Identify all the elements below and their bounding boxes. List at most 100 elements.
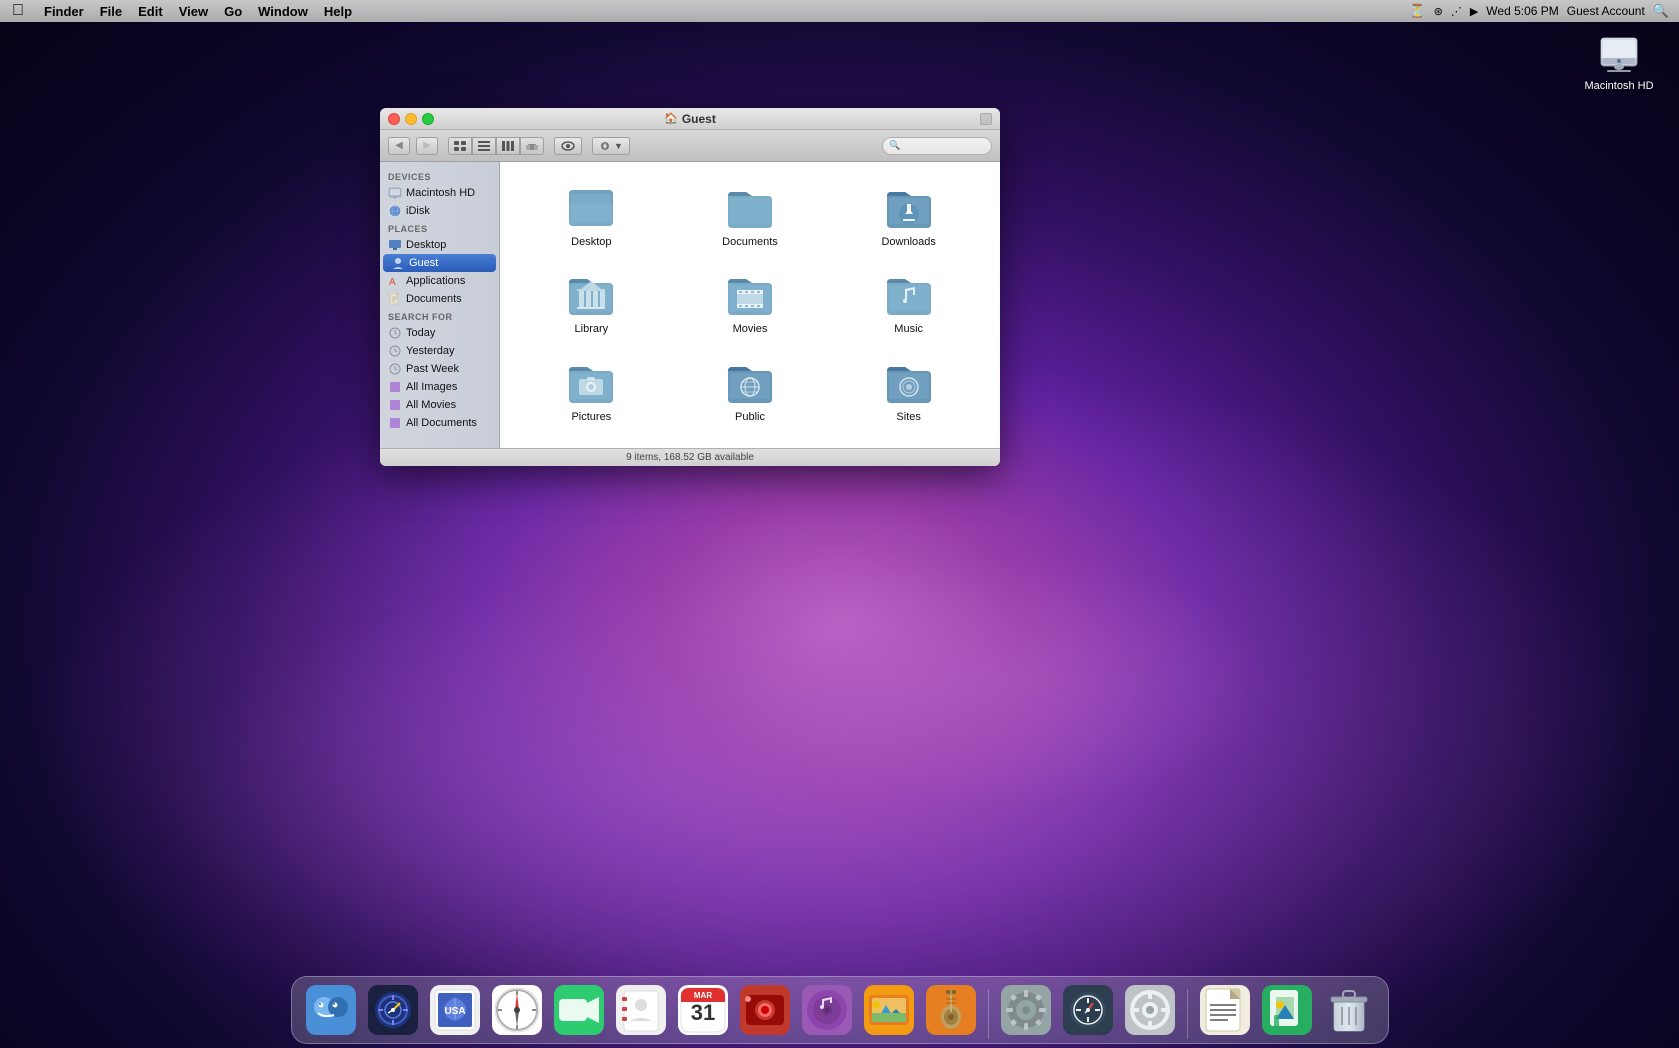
dock-divider [988, 989, 989, 1039]
edit-menu[interactable]: Edit [130, 4, 171, 19]
dock-preferences[interactable] [997, 981, 1055, 1039]
volume-icon[interactable]: ▶ [1470, 5, 1478, 18]
wifi-icon[interactable]: ⋰ [1451, 5, 1462, 18]
search-box[interactable]: 🔍 [882, 137, 992, 155]
eye-button[interactable] [554, 137, 582, 155]
file-library[interactable]: Library [516, 265, 667, 344]
file-public[interactable]: Public [675, 353, 826, 432]
dock-disk-utility[interactable] [1121, 981, 1179, 1039]
bluetooth-icon[interactable]: ⊛ [1434, 5, 1443, 18]
dock-textedit[interactable] [1196, 981, 1254, 1039]
dock-timemachine[interactable] [1059, 981, 1117, 1039]
dock-iphoto[interactable] [860, 981, 918, 1039]
file-pictures[interactable]: Pictures [516, 353, 667, 432]
desktop-sidebar-icon [388, 238, 402, 252]
dock-dashboard[interactable] [364, 981, 422, 1039]
downloads-file-label: Downloads [881, 236, 935, 248]
sidebar-desktop[interactable]: Desktop [380, 236, 499, 254]
sidebar-guest[interactable]: Guest [383, 254, 496, 272]
menubar:  Finder File Edit View Go Window Help ⏳… [0, 0, 1679, 22]
minimize-button[interactable] [405, 113, 417, 125]
sidebar-idisk[interactable]: iDisk [380, 202, 499, 220]
dock-photobooth[interactable] [736, 981, 794, 1039]
window-menu[interactable]: Window [250, 4, 316, 19]
apple-menu[interactable]:  [0, 2, 36, 20]
dock-mail[interactable]: USA [426, 981, 484, 1039]
sidebar-today[interactable]: Today [380, 324, 499, 342]
status-text: 9 items, 168.52 GB available [626, 452, 754, 463]
sidebar-past-week[interactable]: Past Week [380, 360, 499, 378]
action-button[interactable]: ▼ [592, 137, 630, 155]
sidebar-all-documents[interactable]: All Documents [380, 414, 499, 432]
icon-view-button[interactable] [448, 137, 472, 155]
file-downloads[interactable]: Downloads [833, 178, 984, 257]
file-movies[interactable]: Movies [675, 265, 826, 344]
svg-text:A: A [389, 277, 396, 287]
hd-icon-image [1595, 30, 1643, 78]
menubar-search-icon[interactable]: 🔍 [1653, 3, 1669, 19]
search-header: SEARCH FOR [380, 308, 499, 324]
back-button[interactable]: ◀ [388, 137, 410, 155]
maximize-button[interactable] [422, 113, 434, 125]
past-week-icon [388, 362, 402, 376]
hd-sidebar-icon [388, 186, 402, 200]
view-menu[interactable]: View [171, 4, 216, 19]
help-menu[interactable]: Help [316, 4, 360, 19]
desktop:  Finder File Edit View Go Window Help ⏳… [0, 0, 1679, 1048]
sidebar: DEVICES Macintosh HD iDisk PLACES [380, 162, 500, 448]
library-file-label: Library [575, 323, 609, 335]
dock-calendar[interactable]: MAR 31 [674, 981, 732, 1039]
menubar-user[interactable]: Guest Account [1567, 4, 1645, 18]
hd-label: Macintosh HD [1584, 80, 1653, 92]
file-documents[interactable]: Documents [675, 178, 826, 257]
dock-itunes[interactable] [798, 981, 856, 1039]
sidebar-macintosh-hd[interactable]: Macintosh HD [380, 184, 499, 202]
dock-addressbook[interactable] [612, 981, 670, 1039]
close-button[interactable] [388, 113, 400, 125]
pictures-file-label: Pictures [571, 411, 611, 423]
svg-text:MAR: MAR [693, 991, 711, 1000]
column-view-button[interactable] [496, 137, 520, 155]
sidebar-all-images[interactable]: All Images [380, 378, 499, 396]
titlebar: 🏠 Guest [380, 108, 1000, 130]
sidebar-yesterday[interactable]: Yesterday [380, 342, 499, 360]
sidebar-all-movies[interactable]: All Movies [380, 396, 499, 414]
applications-label: Applications [406, 275, 465, 287]
menubar-datetime: Wed 5:06 PM [1486, 4, 1558, 18]
dock-finder[interactable] [302, 981, 360, 1039]
list-view-button[interactable] [472, 137, 496, 155]
documents-file-label: Documents [722, 236, 778, 248]
movies-file-label: Movies [733, 323, 768, 335]
status-bar: 9 items, 168.52 GB available [380, 448, 1000, 466]
window-collapse-button[interactable] [980, 113, 992, 125]
macintosh-hd-icon[interactable]: Macintosh HD [1579, 30, 1659, 92]
view-mode-buttons [448, 137, 544, 155]
dock-garageband[interactable] [922, 981, 980, 1039]
traffic-lights [388, 113, 434, 125]
file-menu[interactable]: File [92, 4, 130, 19]
sidebar-documents[interactable]: Documents [380, 290, 499, 308]
go-menu[interactable]: Go [216, 4, 250, 19]
dock-preview[interactable] [1258, 981, 1316, 1039]
dock-safari[interactable] [488, 981, 546, 1039]
finder-menu[interactable]: Finder [36, 4, 92, 19]
dock-trash[interactable] [1320, 981, 1378, 1039]
sidebar-toggle[interactable] [980, 113, 992, 125]
guest-sidebar-icon [391, 256, 405, 270]
file-desktop[interactable]: Desktop [516, 178, 667, 257]
all-movies-icon [388, 398, 402, 412]
menubar-right: ⏳ ⊛ ⋰ ▶ Wed 5:06 PM Guest Account 🔍 [1409, 3, 1679, 19]
all-images-label: All Images [406, 381, 457, 393]
file-music[interactable]: Music [833, 265, 984, 344]
applications-sidebar-icon: A [388, 274, 402, 288]
time-machine-icon[interactable]: ⏳ [1409, 3, 1425, 19]
places-header: PLACES [380, 220, 499, 236]
cover-flow-button[interactable] [520, 137, 544, 155]
dock-facetime[interactable] [550, 981, 608, 1039]
dock-container: USA [0, 948, 1679, 1048]
documents-sidebar-icon [388, 292, 402, 306]
forward-button[interactable]: ▶ [416, 137, 438, 155]
today-icon [388, 326, 402, 340]
file-sites[interactable]: Sites [833, 353, 984, 432]
sidebar-applications[interactable]: A Applications [380, 272, 499, 290]
